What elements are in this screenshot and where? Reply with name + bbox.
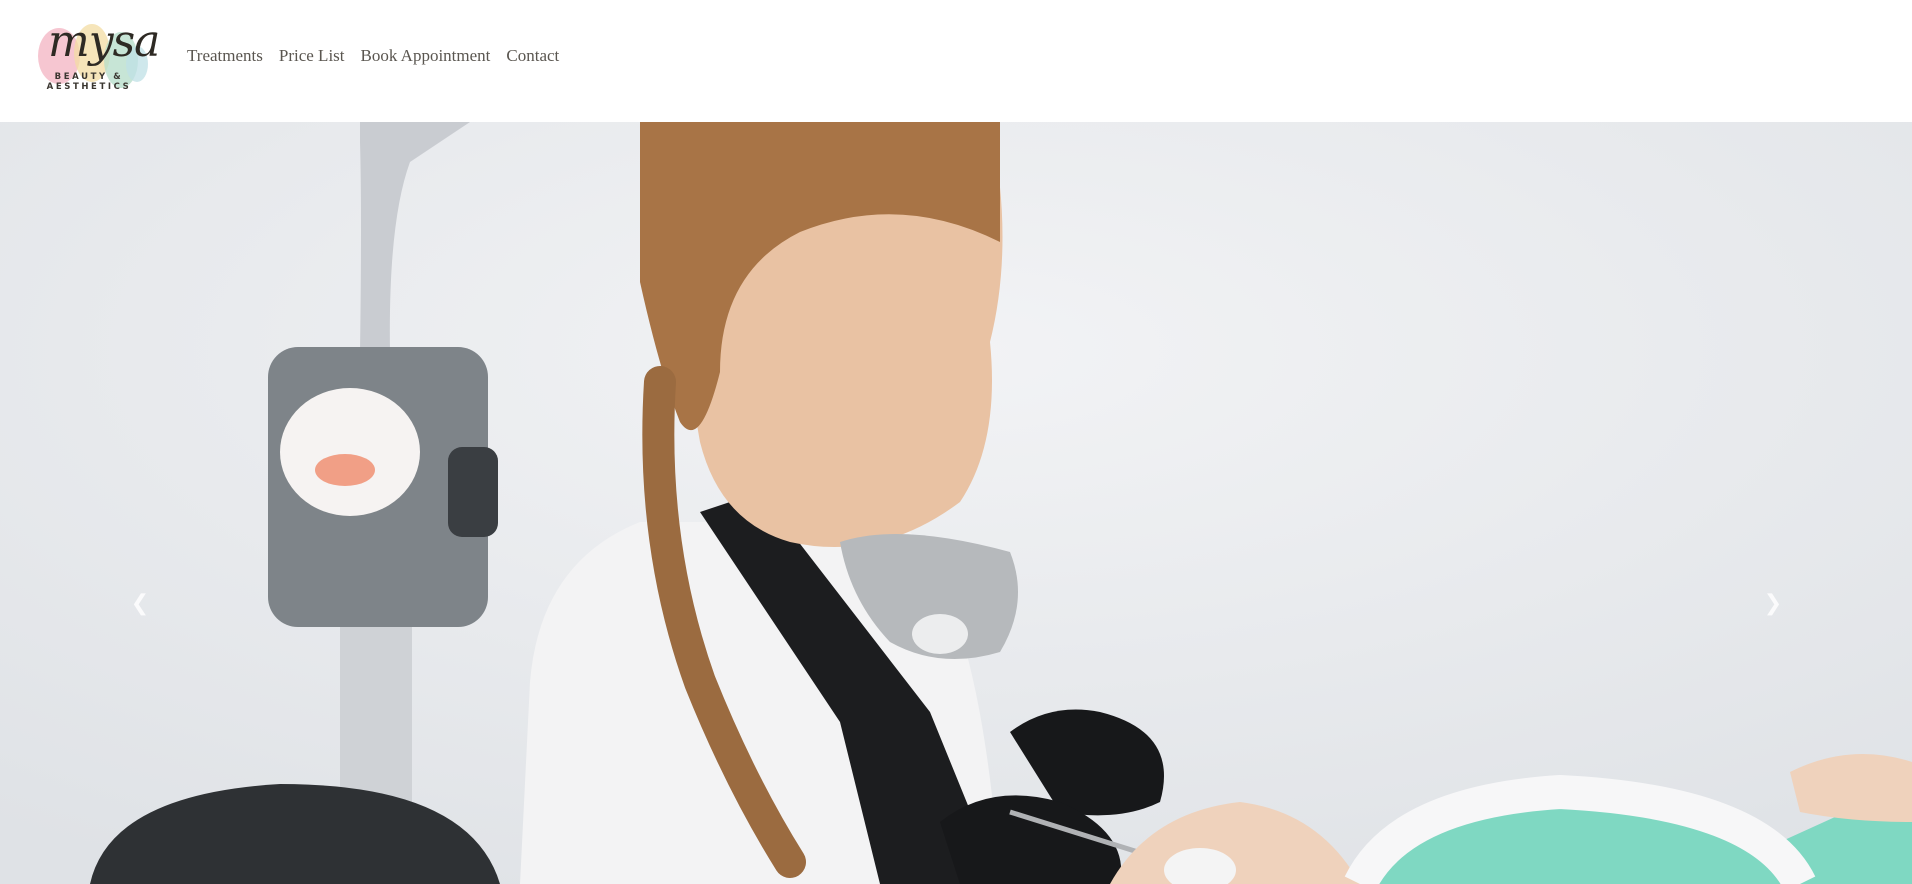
client-hand (1790, 754, 1912, 822)
hero-carousel: ❮ ❯ (0, 122, 1912, 884)
lamp-flower (280, 388, 420, 516)
site-header: mysa BEAUTY & AESTHETICS Treatments Pric… (0, 0, 1912, 122)
logo-wordmark: mysa (48, 16, 160, 67)
lamp-knob (448, 447, 498, 537)
nav-item-treatments[interactable]: Treatments (187, 46, 263, 66)
nav-item-book-appointment[interactable]: Book Appointment (361, 46, 491, 66)
logo-tagline: BEAUTY & AESTHETICS (46, 72, 132, 92)
carousel-prev-button[interactable]: ❮ (128, 592, 152, 616)
nav-item-contact[interactable]: Contact (506, 46, 559, 66)
hero-image (0, 122, 1912, 884)
main-nav: Treatments Price List Book Appointment C… (187, 46, 559, 66)
nav-item-price-list[interactable]: Price List (279, 46, 345, 66)
mask-valve (912, 614, 968, 654)
chevron-right-icon: ❯ (1763, 591, 1783, 616)
chevron-left-icon: ❮ (130, 591, 150, 616)
brand-logo[interactable]: mysa BEAUTY & AESTHETICS (18, 14, 160, 94)
lamp-flower-center (315, 454, 375, 486)
carousel-next-button[interactable]: ❯ (1761, 592, 1785, 616)
